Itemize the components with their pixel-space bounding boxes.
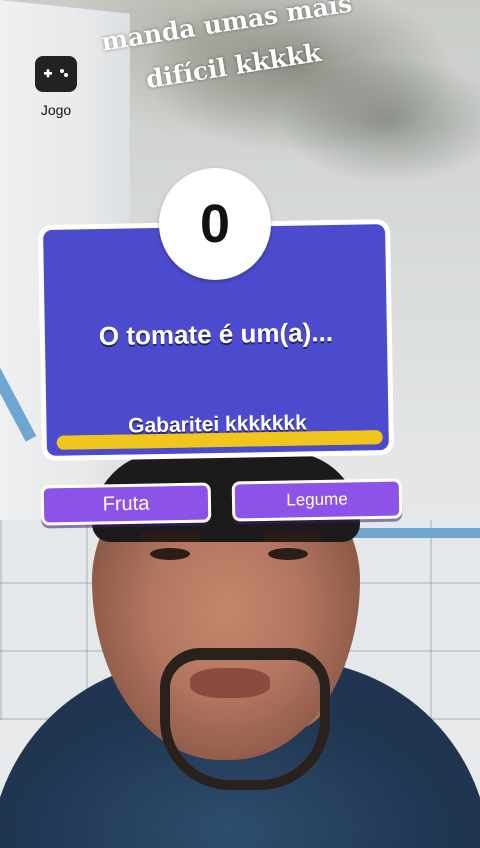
quiz-question: O tomate é um(a)... (98, 316, 334, 352)
person-beard (160, 648, 330, 790)
gamepad-icon (35, 56, 77, 92)
game-effect-label: Jogo (40, 102, 72, 118)
eyebrow-right (262, 532, 322, 542)
game-effect-badge[interactable]: Jogo (34, 56, 78, 118)
eye-left (150, 548, 190, 560)
eyebrow-left (140, 532, 200, 542)
eye-right (268, 548, 308, 560)
answer-button-fruta[interactable]: Fruta (40, 482, 212, 526)
answer-button-legume[interactable]: Legume (231, 478, 403, 522)
score-counter: 0 (159, 168, 271, 280)
